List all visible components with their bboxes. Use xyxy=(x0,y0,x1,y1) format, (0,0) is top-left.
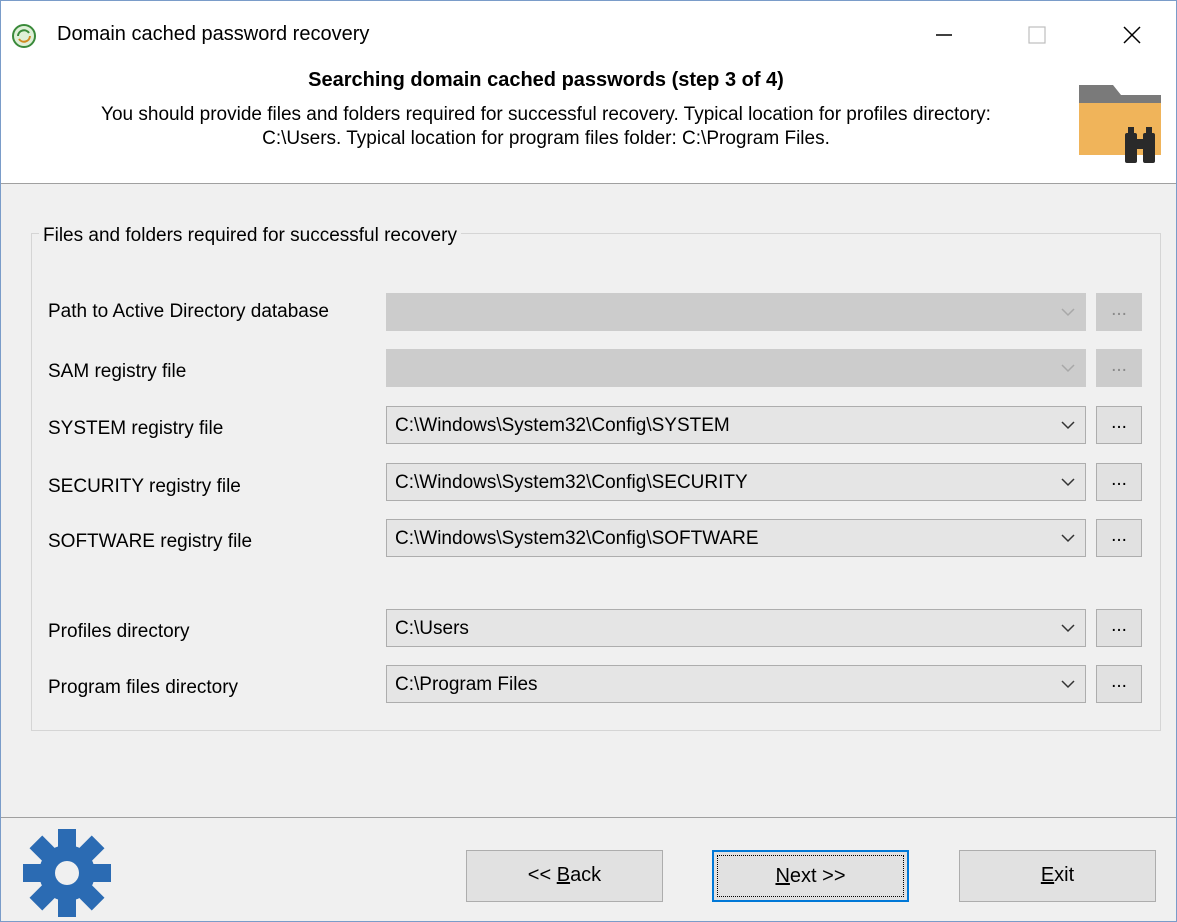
folder-binoculars-icon xyxy=(1079,85,1161,163)
chevron-down-icon xyxy=(1061,308,1075,317)
exit-rest: xit xyxy=(1054,864,1075,886)
security-browse-button[interactable]: ... xyxy=(1096,463,1142,501)
profiles-dir-value: C:\Users xyxy=(395,618,469,639)
close-button[interactable] xyxy=(1109,15,1155,55)
footer-divider xyxy=(1,817,1176,818)
maximize-icon xyxy=(1028,26,1046,44)
next-button-label: Next >> xyxy=(775,865,845,887)
program-files-dir-browse-button[interactable]: ... xyxy=(1096,665,1142,703)
security-value: C:\Windows\System32\Config\SECURITY xyxy=(395,472,748,493)
window-title: Domain cached password recovery xyxy=(57,23,370,45)
minimize-button[interactable] xyxy=(921,15,967,55)
profiles-dir-combo[interactable]: C:\Users xyxy=(386,609,1086,647)
ad-database-browse-button[interactable]: ... xyxy=(1096,293,1142,331)
ad-database-combo[interactable] xyxy=(386,293,1086,331)
profiles-dir-label: Profiles directory xyxy=(48,621,190,642)
system-browse-button[interactable]: ... xyxy=(1096,406,1142,444)
step-description-line2: C:\Users. Typical location for program f… xyxy=(262,128,830,149)
close-icon xyxy=(1123,26,1141,44)
exit-mnemonic: E xyxy=(1040,864,1055,886)
system-value: C:\Windows\System32\Config\SYSTEM xyxy=(395,415,730,436)
back-prefix: << xyxy=(527,864,557,886)
sam-browse-button[interactable]: ... xyxy=(1096,349,1142,387)
back-mnemonic: B xyxy=(556,864,571,886)
files-groupbox-title: Files and folders required for successfu… xyxy=(39,225,461,247)
sam-combo[interactable] xyxy=(386,349,1086,387)
exit-button[interactable]: Exit xyxy=(959,850,1156,902)
ad-database-label: Path to Active Directory database xyxy=(48,301,329,322)
chevron-down-icon xyxy=(1061,534,1075,543)
dialog-window: Domain cached password recovery Searchin… xyxy=(0,0,1177,922)
title-bar[interactable]: Domain cached password recovery xyxy=(1,1,1176,65)
minimize-icon xyxy=(936,34,952,36)
program-files-dir-value: C:\Program Files xyxy=(395,674,538,695)
program-files-dir-label: Program files directory xyxy=(48,677,239,698)
software-label: SOFTWARE registry file xyxy=(48,531,253,552)
wizard-header: Searching domain cached passwords (step … xyxy=(1,65,1176,184)
back-button-label: << Back xyxy=(528,864,601,886)
exit-button-label: Exit xyxy=(1041,864,1074,886)
back-rest: ack xyxy=(570,864,602,886)
program-files-dir-combo[interactable]: C:\Program Files xyxy=(386,665,1086,703)
gear-icon xyxy=(23,829,111,917)
step-description-line1: You should provide files and folders req… xyxy=(101,104,991,125)
next-rest: ext >> xyxy=(789,865,846,887)
chevron-down-icon xyxy=(1061,364,1075,373)
software-browse-button[interactable]: ... xyxy=(1096,519,1142,557)
next-button[interactable]: Next >> xyxy=(712,850,909,902)
software-value: C:\Windows\System32\Config\SOFTWARE xyxy=(395,528,759,549)
next-mnemonic: N xyxy=(775,865,790,887)
system-combo[interactable]: C:\Windows\System32\Config\SYSTEM xyxy=(386,406,1086,444)
chevron-down-icon xyxy=(1061,421,1075,430)
maximize-button[interactable] xyxy=(1014,15,1060,55)
system-label: SYSTEM registry file xyxy=(48,418,224,439)
chevron-down-icon xyxy=(1061,680,1075,689)
step-title: Searching domain cached passwords (step … xyxy=(308,69,784,91)
chevron-down-icon xyxy=(1061,624,1075,633)
profiles-dir-browse-button[interactable]: ... xyxy=(1096,609,1142,647)
security-combo[interactable]: C:\Windows\System32\Config\SECURITY xyxy=(386,463,1086,501)
software-combo[interactable]: C:\Windows\System32\Config\SOFTWARE xyxy=(386,519,1086,557)
sam-label: SAM registry file xyxy=(48,361,187,382)
back-button[interactable]: << Back xyxy=(466,850,663,902)
security-label: SECURITY registry file xyxy=(48,476,241,497)
step-description: You should provide files and folders req… xyxy=(21,103,1071,151)
chevron-down-icon xyxy=(1061,478,1075,487)
app-recovery-icon xyxy=(12,24,36,48)
